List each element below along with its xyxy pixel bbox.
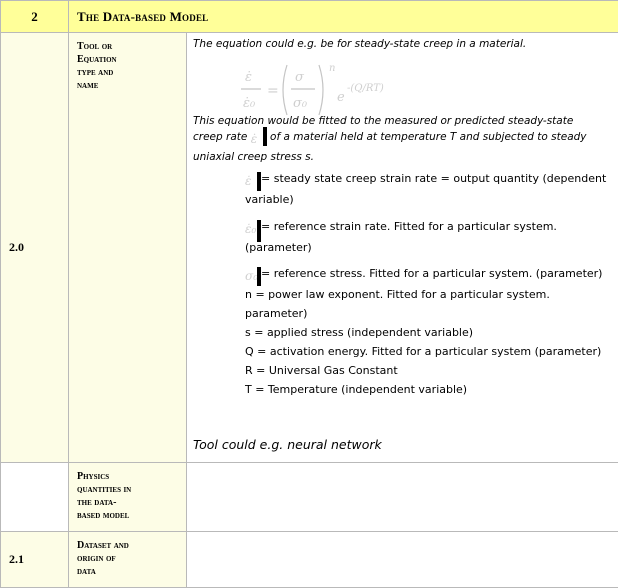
row-content-physics [187,463,618,532]
label-line: based model [77,509,182,522]
row-number-empty [1,463,69,532]
label-line: type and [77,66,182,79]
exp-term: -(Q/RT) [347,83,384,94]
label-line: Dataset and [77,539,182,552]
svg-text:σ₀: σ₀ [293,96,308,111]
label-line: Tool or [77,40,182,53]
svg-text:=: = [267,83,279,99]
section-header-row: 2 The Data-based Model [1,1,618,33]
row-content-dataset [187,532,618,588]
var-item: ε̇₀= reference strain rate. Fitted for a… [245,217,615,257]
reference-stress-symbol-icon: σ₀ [245,267,261,285]
row-label-dataset: Dataset and origin of data [69,532,187,588]
row-label-physics: Physics quantities in the data- based mo… [69,463,187,532]
label-line: data [77,565,182,578]
var-item: σ₀= reference stress. Fitted for a parti… [245,264,615,285]
row-number-2-1: 2.1 [1,532,69,588]
label-line: origin of [77,552,182,565]
var-item: n = power law exponent. Fitted for a par… [245,285,615,323]
var-item: ε̇= steady state creep strain rate = out… [245,169,615,209]
var-item: s = applied stress (independent variable… [245,323,615,342]
reference-strain-rate-symbol-icon: ε̇₀ [245,220,261,238]
fit-line-3: uniaxial creep stress s. [193,149,613,165]
row-physics: Physics quantities in the data- based mo… [1,463,618,532]
section-number: 2 [1,1,69,33]
var-item: T = Temperature (independent variable) [245,380,615,399]
strain-rate-symbol-icon: ε̇ [245,172,261,190]
fit-line-2: creep rate ε̇ of a material held at temp… [193,129,613,149]
var-item: R = Universal Gas Constant [245,361,615,380]
fit-paragraph: This equation would be fitted to the mea… [193,113,613,165]
var-item: Q = activation energy. Fitted for a part… [245,342,615,361]
row-2-1: 2.1 Dataset and origin of data [1,532,618,588]
label-line: quantities in [77,483,182,496]
section-title: The Data-based Model [69,1,618,33]
data-model-table: 2 The Data-based Model 2.0 Tool or Equat… [0,0,618,588]
tool-note: Tool could e.g. neural network [193,437,382,452]
row-label-tool: Tool or Equation type and name [69,33,187,463]
row-number-2-0: 2.0 [1,33,69,463]
label-line: name [77,79,182,92]
intro-text: The equation could e.g. be for steady-st… [193,38,526,50]
label-line: the data- [77,496,182,509]
fit-line-1: This equation would be fitted to the mea… [193,113,613,129]
row-2-0: 2.0 Tool or Equation type and name The e… [1,33,618,463]
row-content-tool: The equation could e.g. be for steady-st… [187,33,618,463]
variable-definitions: ε̇= steady state creep strain rate = out… [245,169,615,399]
svg-text:ε̇: ε̇ [245,70,252,85]
label-line: Physics [77,470,182,483]
label-line: Equation [77,53,182,66]
svg-text:ε̇₀: ε̇₀ [243,96,256,111]
exponent-n: n [329,63,335,74]
creep-equation-image: ε̇ ε̇₀ = σ σ₀ n e -(Q/RT) [235,57,415,117]
svg-text:e: e [337,90,345,105]
svg-text:σ: σ [295,70,305,85]
strain-rate-symbol-icon: ε̇ [251,131,267,149]
